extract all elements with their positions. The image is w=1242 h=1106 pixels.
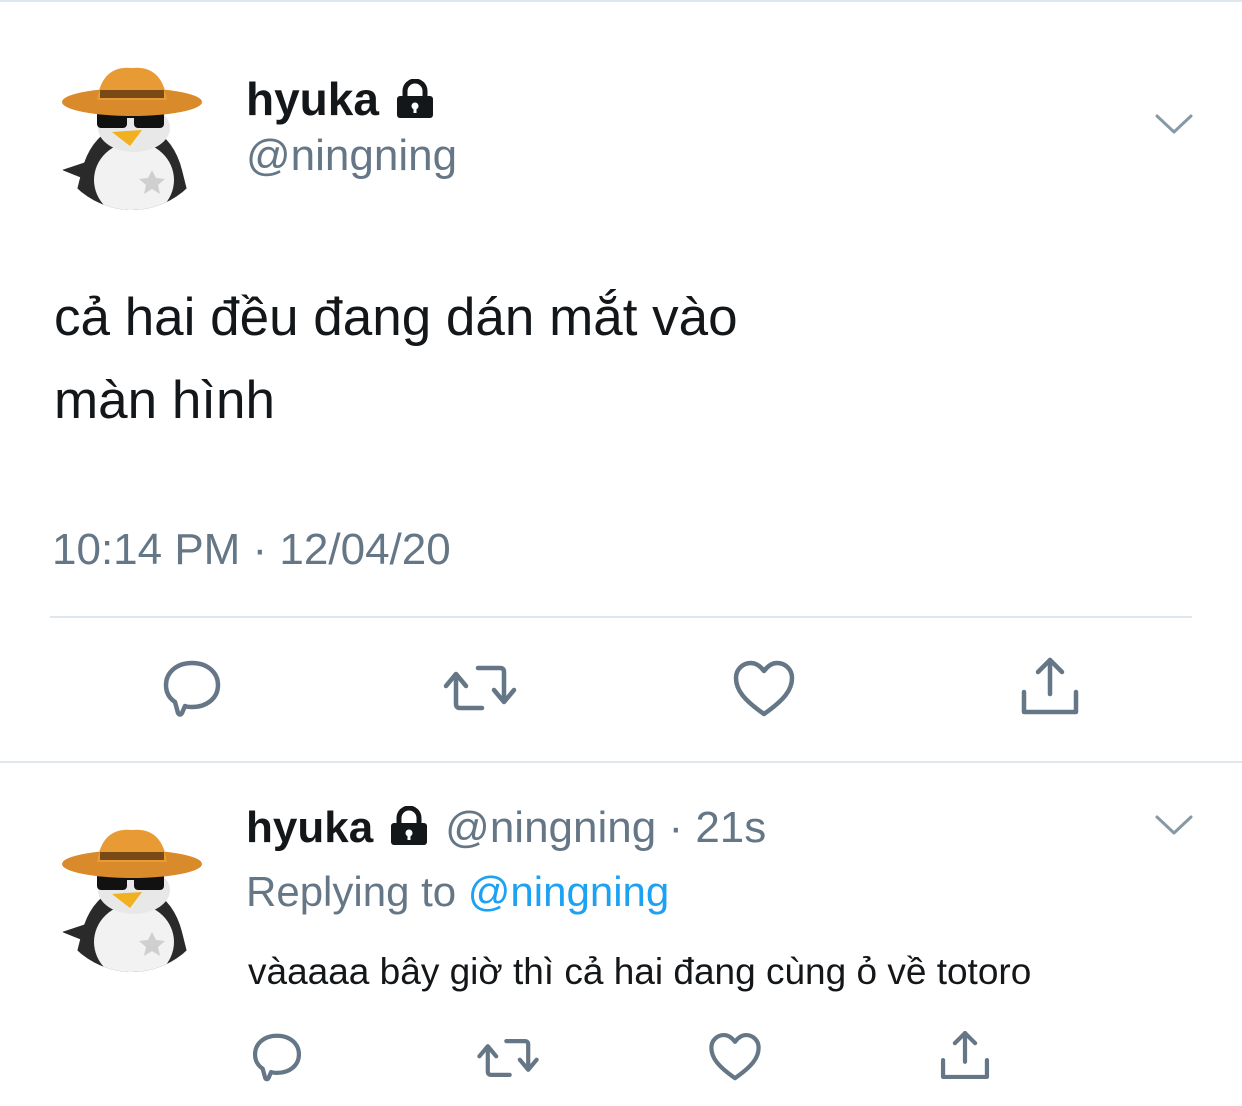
avatar[interactable] [52,50,212,210]
reply-avatar[interactable] [52,812,212,972]
chevron-down-icon[interactable] [1154,112,1194,136]
tweet-text-line-1: cả hai đều đang dán mắt vào [54,288,738,347]
replying-to: Replying to @ningning [246,871,669,913]
display-name[interactable]: hyuka [246,76,437,126]
reply-share-icon[interactable] [938,1028,992,1082]
lock-icon [393,78,437,126]
reply-header: hyuka @ningning · 21s [246,806,766,850]
lock-icon [387,805,431,850]
reply-like-icon[interactable] [708,1032,762,1082]
divider [50,616,1192,618]
reply-handle-time[interactable]: @ningning · 21s [445,803,766,852]
reply-retweet-icon[interactable] [476,1034,540,1082]
reply-display-name[interactable]: hyuka [246,803,373,852]
tweet-text: cả hai đều đang dán mắt vào màn hình [54,276,738,442]
replying-prefix: Replying to [246,868,457,915]
retweet-icon[interactable] [442,660,518,716]
like-icon[interactable] [732,660,796,718]
reply-chevron-down-icon[interactable] [1154,813,1194,837]
reply-reply-icon[interactable] [250,1030,304,1082]
reply-icon[interactable] [160,657,224,717]
reply-text: vàaaaa bây giờ thì cả hai đang cùng ỏ về… [248,951,1032,992]
handle[interactable]: @ningning [246,134,457,178]
top-border [0,0,1242,2]
timestamp[interactable]: 10:14 PM · 12/04/20 [52,528,451,572]
display-name-text[interactable]: hyuka [246,73,379,125]
share-icon[interactable] [1018,654,1082,718]
section-divider [0,761,1242,763]
replying-mention-link[interactable]: @ningning [468,868,669,915]
tweet-text-line-2: màn hình [54,371,275,430]
